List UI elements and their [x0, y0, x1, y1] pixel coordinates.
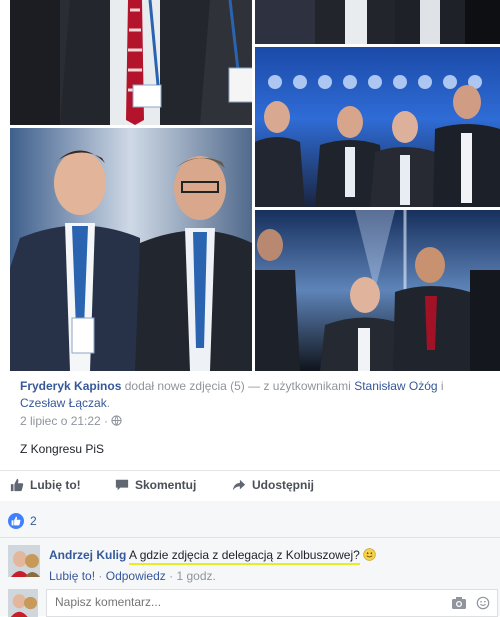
comment-like-link[interactable]: Lubię to! — [49, 569, 95, 583]
comment-button-label: Skomentuj — [135, 478, 197, 492]
comment-actions: Lubię to! · Odpowiedz · 1 godz. — [49, 569, 216, 583]
share-button[interactable]: Udostępnij — [232, 478, 314, 492]
tagged-user-link-1[interactable]: Stanisław Ożóg — [354, 379, 437, 393]
post-text: Z Kongresu PiS — [20, 442, 105, 456]
post-conj: i — [440, 379, 444, 393]
comment-input-box[interactable] — [46, 589, 498, 617]
likes-summary[interactable]: 2 — [8, 513, 37, 529]
comment-body: Andrzej Kulig A gdzie zdjęcia z delegacj… — [49, 548, 376, 565]
photo-grid — [0, 0, 500, 371]
post-timestamp-row: 2 lipiec o 21:22 · — [20, 414, 123, 428]
camera-icon[interactable] — [451, 596, 467, 610]
post-verb: dodał nowe zdjęcia (5) — [124, 379, 245, 393]
comment-item: Andrzej Kulig A gdzie zdjęcia z delegacj… — [8, 545, 496, 585]
sticker-icon[interactable] — [475, 596, 491, 610]
avatar[interactable] — [8, 545, 40, 577]
composer-avatar — [8, 589, 38, 617]
post-tagged-suffix: . — [106, 396, 111, 410]
photo-2[interactable] — [255, 0, 500, 44]
post-with-prefix: — z użytkownikami — [248, 379, 351, 393]
smiley-icon — [363, 548, 376, 561]
separator: · — [169, 569, 174, 583]
comment-composer — [8, 589, 498, 617]
globe-icon — [111, 415, 123, 426]
comment-text: A gdzie zdjęcia z delegacją z Kolbuszowe… — [129, 548, 360, 565]
share-button-label: Udostępnij — [252, 478, 314, 492]
photo-4[interactable] — [10, 128, 252, 371]
feedback-section: 2 Andrzej Kulig A gdzie zdjęcia z delega… — [0, 501, 500, 617]
like-button[interactable]: Lubię to! — [10, 478, 81, 492]
like-button-label: Lubię to! — [30, 478, 81, 492]
speech-bubble-icon — [115, 479, 129, 491]
post-header: Fryderyk Kapinos dodał nowe zdjęcia (5) … — [20, 378, 490, 412]
comment-time[interactable]: 1 godz. — [176, 569, 215, 583]
post-timestamp[interactable]: 2 lipiec o 21:22 · — [20, 414, 108, 428]
comment-reply-link[interactable]: Odpowiedz — [106, 569, 166, 583]
comment-author-link[interactable]: Andrzej Kulig — [49, 548, 126, 562]
share-arrow-icon — [232, 479, 246, 491]
post-actions-bar: Lubię to! Skomentuj Udostępnij — [0, 471, 500, 501]
photo-5[interactable] — [255, 210, 500, 371]
post-author-link[interactable]: Fryderyk Kapinos — [20, 379, 121, 393]
comment-button[interactable]: Skomentuj — [115, 478, 196, 492]
tagged-user-link-2[interactable]: Czesław Łączak — [20, 396, 107, 410]
photo-3[interactable] — [255, 47, 500, 207]
divider — [0, 537, 500, 538]
photo-1[interactable] — [10, 0, 252, 125]
comment-input[interactable] — [55, 595, 415, 609]
thumbs-up-icon — [10, 478, 24, 492]
likes-count: 2 — [30, 514, 37, 528]
separator: · — [98, 569, 103, 583]
like-badge-icon — [8, 513, 24, 529]
